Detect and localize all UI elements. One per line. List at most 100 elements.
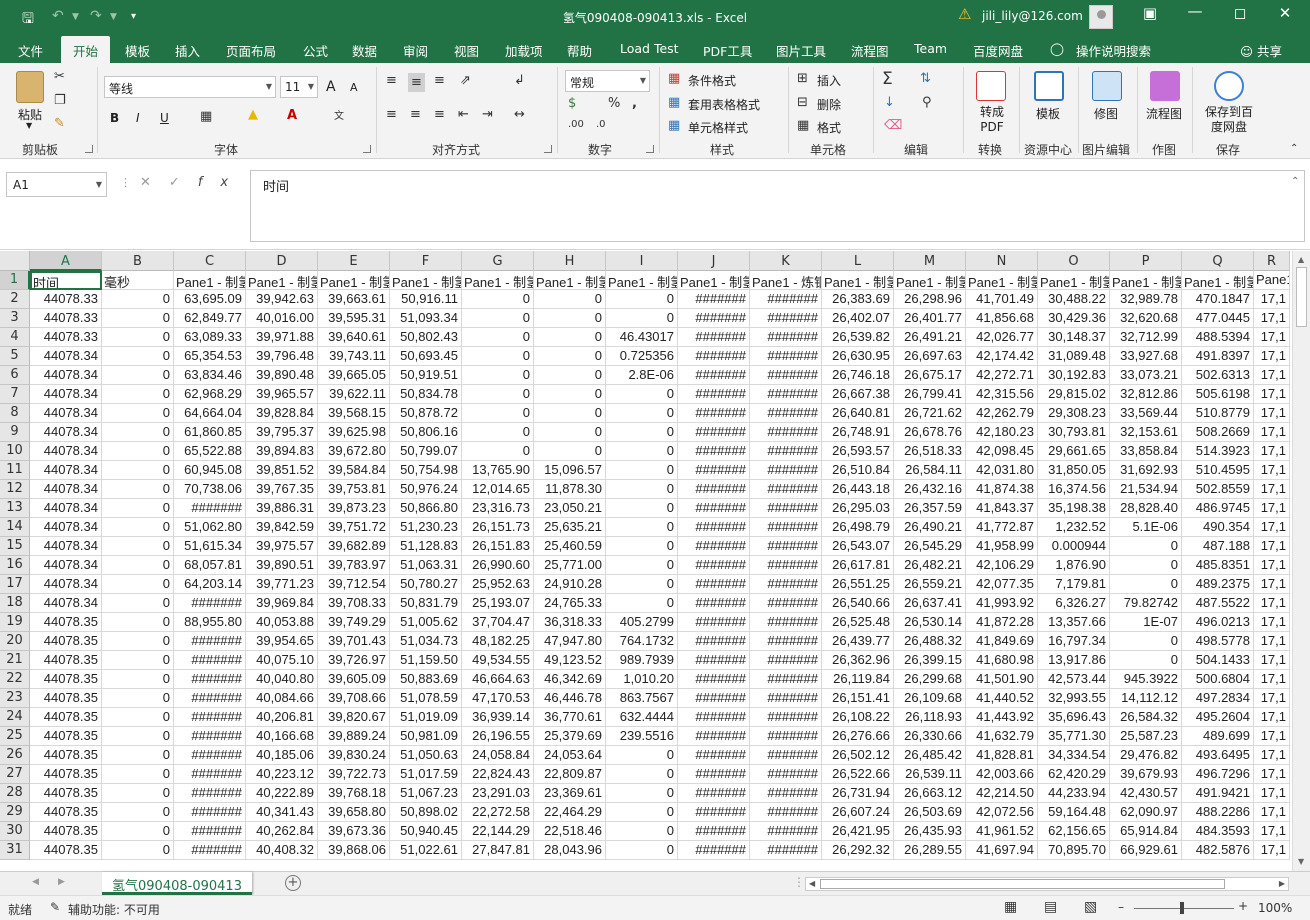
- row-header[interactable]: 12: [0, 480, 30, 499]
- cell[interactable]: 26,551.25: [822, 575, 894, 594]
- cell[interactable]: 39,743.11: [318, 347, 390, 366]
- cell[interactable]: 26,525.48: [822, 613, 894, 632]
- cell[interactable]: #######: [174, 822, 246, 841]
- cell[interactable]: 39,969.84: [246, 594, 318, 613]
- cell[interactable]: 39,640.61: [318, 328, 390, 347]
- cell[interactable]: 0: [462, 385, 534, 404]
- cell[interactable]: 60,945.08: [174, 461, 246, 480]
- cell[interactable]: 26,330.66: [894, 727, 966, 746]
- row-header[interactable]: 20: [0, 632, 30, 651]
- format-as-table-button[interactable]: 套用表格格式: [688, 96, 760, 113]
- cell[interactable]: #######: [750, 670, 822, 689]
- cell[interactable]: 17,1: [1254, 442, 1290, 461]
- cell[interactable]: 50,802.43: [390, 328, 462, 347]
- cell[interactable]: 239.5516: [606, 727, 678, 746]
- cell[interactable]: 0: [534, 309, 606, 328]
- format-cells-button[interactable]: 格式: [817, 119, 841, 136]
- cell[interactable]: 0: [102, 556, 174, 575]
- cell[interactable]: 0: [606, 803, 678, 822]
- cell[interactable]: 945.3922: [1110, 670, 1182, 689]
- cell[interactable]: 0: [534, 347, 606, 366]
- zoom-slider-thumb[interactable]: [1180, 902, 1184, 914]
- column-header[interactable]: J: [678, 251, 750, 271]
- cell[interactable]: 33,858.84: [1110, 442, 1182, 461]
- cell[interactable]: #######: [750, 594, 822, 613]
- fill-color-icon[interactable]: ▲: [248, 107, 258, 122]
- cell[interactable]: 50,866.80: [390, 499, 462, 518]
- cell[interactable]: 50,919.51: [390, 366, 462, 385]
- row-header[interactable]: 2: [0, 290, 30, 309]
- cell[interactable]: 26,439.77: [822, 632, 894, 651]
- scroll-left-icon[interactable]: ◀: [809, 879, 815, 888]
- align-left-icon[interactable]: ≡: [386, 107, 397, 122]
- cell[interactable]: 44078.34: [30, 385, 102, 404]
- cell[interactable]: Pane1 - 制氢: [606, 271, 678, 290]
- cell[interactable]: 30,148.37: [1038, 328, 1110, 347]
- cell[interactable]: 1,876.90: [1038, 556, 1110, 575]
- cell[interactable]: 0: [102, 575, 174, 594]
- cell[interactable]: 29,815.02: [1038, 385, 1110, 404]
- cell[interactable]: 39,768.18: [318, 784, 390, 803]
- tab-view[interactable]: 视图: [454, 41, 479, 60]
- column-header[interactable]: Q: [1182, 251, 1254, 271]
- cell[interactable]: 26,362.96: [822, 651, 894, 670]
- cell[interactable]: 40,222.89: [246, 784, 318, 803]
- cell[interactable]: 49,123.52: [534, 651, 606, 670]
- cell[interactable]: 39,965.57: [246, 385, 318, 404]
- cell[interactable]: 32,993.55: [1038, 689, 1110, 708]
- cell[interactable]: 23,050.21: [534, 499, 606, 518]
- cell[interactable]: 24,765.33: [534, 594, 606, 613]
- cell[interactable]: 26,545.29: [894, 537, 966, 556]
- cell[interactable]: 27,847.81: [462, 841, 534, 860]
- cell[interactable]: 7,179.81: [1038, 575, 1110, 594]
- cell[interactable]: 26,617.81: [822, 556, 894, 575]
- align-bottom-icon[interactable]: ≡: [434, 73, 445, 88]
- row-header[interactable]: 28: [0, 784, 30, 803]
- cell[interactable]: 40,408.32: [246, 841, 318, 860]
- cell[interactable]: 50,780.27: [390, 575, 462, 594]
- cell[interactable]: 26,383.69: [822, 290, 894, 309]
- cell[interactable]: 0: [462, 366, 534, 385]
- cell[interactable]: #######: [750, 575, 822, 594]
- cell[interactable]: 时间: [30, 271, 102, 290]
- cell[interactable]: 26,482.21: [894, 556, 966, 575]
- align-top-icon[interactable]: ≡: [386, 73, 397, 88]
- cell[interactable]: 0: [102, 727, 174, 746]
- cell[interactable]: 51,034.73: [390, 632, 462, 651]
- cell[interactable]: 39,712.54: [318, 575, 390, 594]
- cell[interactable]: 41,961.52: [966, 822, 1038, 841]
- cell[interactable]: #######: [678, 822, 750, 841]
- scroll-up-icon[interactable]: ▲: [1298, 255, 1304, 264]
- cell[interactable]: 50,878.72: [390, 404, 462, 423]
- cell[interactable]: 25,460.59: [534, 537, 606, 556]
- cell[interactable]: 0: [606, 841, 678, 860]
- cell[interactable]: 41,680.98: [966, 651, 1038, 670]
- cell[interactable]: 46.43017: [606, 328, 678, 347]
- cell[interactable]: 44078.34: [30, 518, 102, 537]
- cell[interactable]: 30,192.83: [1038, 366, 1110, 385]
- cell[interactable]: 26,663.12: [894, 784, 966, 803]
- cell[interactable]: 44078.35: [30, 784, 102, 803]
- cell[interactable]: 13,765.90: [462, 461, 534, 480]
- cell[interactable]: 21,534.94: [1110, 480, 1182, 499]
- cell[interactable]: 26,421.95: [822, 822, 894, 841]
- cell[interactable]: Pane1 - 制氢: [1038, 271, 1110, 290]
- cell[interactable]: 26,402.07: [822, 309, 894, 328]
- image-edit-icon[interactable]: [1092, 71, 1122, 101]
- cell[interactable]: #######: [678, 442, 750, 461]
- cell[interactable]: 41,849.69: [966, 632, 1038, 651]
- cell[interactable]: 44078.34: [30, 347, 102, 366]
- cell[interactable]: 50,898.02: [390, 803, 462, 822]
- cell[interactable]: #######: [750, 480, 822, 499]
- sort-filter-icon[interactable]: ⇅: [920, 71, 931, 86]
- cell[interactable]: 505.6198: [1182, 385, 1254, 404]
- row-header[interactable]: 29: [0, 803, 30, 822]
- cell[interactable]: 489.699: [1182, 727, 1254, 746]
- cell[interactable]: 17,1: [1254, 841, 1290, 860]
- cell[interactable]: 39,890.51: [246, 556, 318, 575]
- cell[interactable]: 0: [102, 518, 174, 537]
- row-header[interactable]: 8: [0, 404, 30, 423]
- cell[interactable]: 26,540.66: [822, 594, 894, 613]
- row-header[interactable]: 9: [0, 423, 30, 442]
- cell[interactable]: #######: [678, 670, 750, 689]
